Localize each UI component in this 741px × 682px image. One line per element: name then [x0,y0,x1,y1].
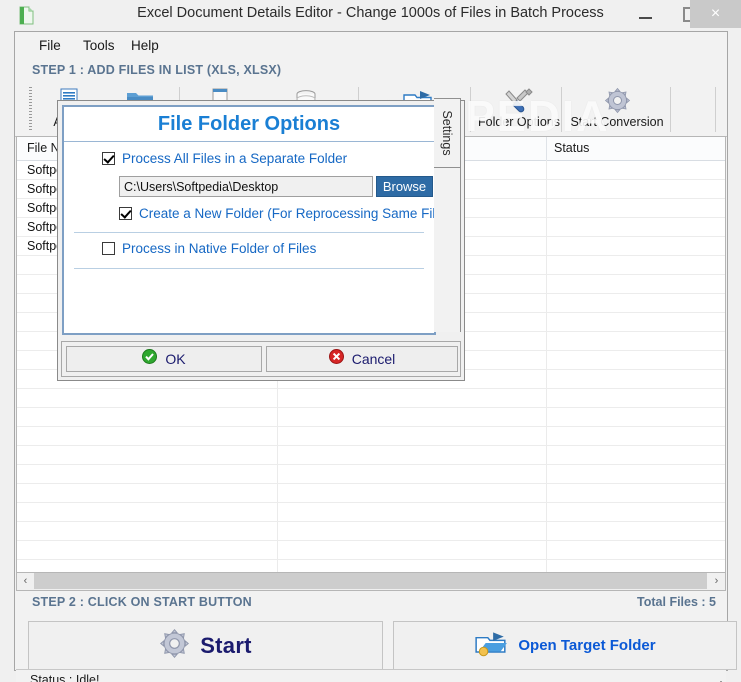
status-text: Status : Idle! [30,673,100,682]
status-bar: Status : Idle! [16,669,726,682]
table-row[interactable] [17,446,725,465]
toolbar-button-folder-options[interactable]: Folder Options [476,85,562,134]
toolbar-button-start-conversion[interactable]: Start Conversion [567,85,667,134]
option-process-separate-folder[interactable]: Process All Files in a Separate Folder [102,151,347,166]
browse-button[interactable]: Browse [376,176,433,197]
step1-header: STEP 1 : ADD FILES IN LIST (XLS, XLSX) [15,59,727,84]
open-target-folder-label: Open Target Folder [518,637,656,654]
table-row[interactable] [17,389,725,408]
horizontal-scrollbar[interactable]: ‹ › [16,573,726,591]
toolbar-separator [715,87,716,132]
checkbox-process-separate-folder[interactable] [102,152,115,165]
option-process-native-folder-label: Process in Native Folder of Files [122,241,317,256]
column-divider[interactable] [546,137,547,160]
dialog-content-panel: File Folder Options Process All Files in… [62,105,454,335]
close-icon: × [710,5,721,22]
action-area: Start Open Target Folder [16,615,737,670]
scrollbar-thumb[interactable] [34,573,707,589]
resize-grip-icon[interactable] [712,677,723,682]
toolbar-separator [470,87,471,132]
column-header-status[interactable]: Status [554,141,589,155]
table-row[interactable] [17,408,725,427]
option-create-new-folder[interactable]: Create a New Folder (For Reprocessing Sa… [119,206,454,221]
table-row[interactable] [17,503,725,522]
menu-item-tools[interactable]: Tools [77,37,121,54]
option-process-separate-folder-label: Process All Files in a Separate Folder [122,151,348,166]
title-bar: Excel Document Details Editor - Change 1… [0,0,741,31]
toolbar-grip[interactable] [29,87,32,132]
table-row[interactable] [17,465,725,484]
table-row[interactable] [17,522,725,541]
toolbar-separator [670,87,671,132]
start-button-label: Start [200,632,252,658]
settings-tab-strip [434,167,461,332]
dialog-footer: OK Cancel [61,341,461,377]
cancel-button[interactable]: Cancel [266,346,458,372]
checkbox-create-new-folder[interactable] [119,207,132,220]
file-folder-options-dialog: File Folder Options Process All Files in… [57,100,465,381]
step1-label: STEP 1 : ADD FILES IN LIST (XLS, XLSX) [32,63,282,77]
menu-item-file[interactable]: File [33,37,67,54]
total-files-count: Total Files : 5 [637,595,716,609]
cancel-button-label: Cancel [351,351,396,367]
step2-header: STEP 2 : CLICK ON START BUTTON Total Fil… [16,591,726,616]
table-row[interactable] [17,541,725,560]
tab-settings[interactable]: Settings [434,98,461,168]
menu-item-help[interactable]: Help [125,37,165,54]
minimize-icon [623,0,668,28]
menu-bar: File Tools Help [15,32,727,60]
table-row[interactable] [17,427,725,446]
option-create-new-folder-label: Create a New Folder (For Reprocessing Sa… [139,206,455,221]
dialog-title: File Folder Options [157,112,341,135]
step2-label: STEP 2 : CLICK ON START BUTTON [32,595,252,609]
start-button[interactable]: Start [28,621,383,670]
scroll-right-icon[interactable]: › [708,573,725,589]
check-circle-icon [142,349,158,369]
error-circle-icon [328,349,344,369]
dialog-title-bar: File Folder Options [64,107,434,142]
option-process-native-folder[interactable]: Process in Native Folder of Files [102,241,316,256]
tools-icon [504,86,534,114]
toolbar-label-start-conversion: Start Conversion [570,115,664,129]
tab-settings-label: Settings [440,110,454,156]
toolbar-label-folder-options: Folder Options [478,115,560,129]
checkbox-process-native-folder[interactable] [102,242,115,255]
dialog-divider [74,268,424,269]
table-row[interactable] [17,484,725,503]
scroll-left-icon[interactable]: ‹ [17,573,34,589]
ok-button[interactable]: OK [66,346,262,372]
gear-icon [604,86,631,114]
target-folder-path-input[interactable]: C:\Users\Softpedia\Desktop [119,176,373,197]
application-window: Excel Document Details Editor - Change 1… [0,0,741,682]
dialog-divider [74,232,424,233]
gear-icon [159,628,190,664]
minimize-button[interactable] [623,0,668,28]
open-target-folder-button[interactable]: Open Target Folder [393,621,737,670]
ok-button-label: OK [165,351,186,367]
close-button[interactable]: × [690,0,741,28]
open-folder-icon [474,629,508,662]
